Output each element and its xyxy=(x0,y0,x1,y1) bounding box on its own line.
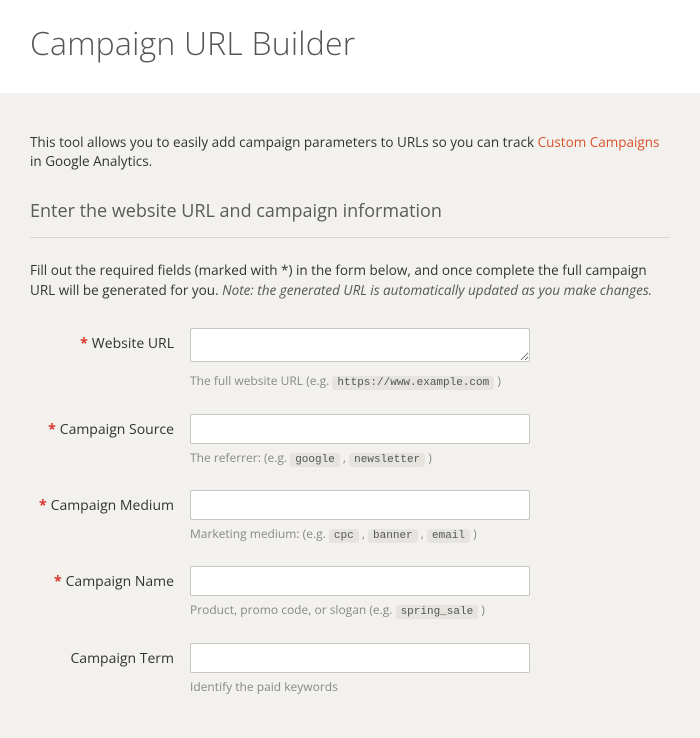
section-divider xyxy=(30,237,670,238)
hint-code: https://www.example.com xyxy=(332,376,494,390)
campaign-name-input[interactable] xyxy=(190,566,530,596)
form-intro-note: Note: the generated URL is automatically… xyxy=(222,281,652,299)
hint-code: banner xyxy=(368,529,418,543)
intro-suffix: in Google Analytics. xyxy=(30,152,152,170)
hint-code: spring_sale xyxy=(396,605,479,619)
website-url-input[interactable] xyxy=(190,328,530,362)
label-text: Campaign Source xyxy=(60,420,174,439)
field-hint: Identify the paid keywords xyxy=(190,679,670,696)
label-text: Campaign Name xyxy=(66,572,174,591)
hint-code: email xyxy=(427,529,470,543)
field-label: *Campaign Medium xyxy=(30,490,190,515)
field-hint: The full website URL (e.g. https://www.e… xyxy=(190,373,670,391)
field-label: *Website URL xyxy=(30,328,190,353)
label-text: Campaign Term xyxy=(70,649,174,668)
intro-text: This tool allows you to easily add campa… xyxy=(30,133,670,171)
field-campaign-source: *Campaign Source The referrer: (e.g. goo… xyxy=(30,414,670,468)
field-campaign-name: *Campaign Name Product, promo code, or s… xyxy=(30,566,670,620)
field-label: *Campaign Source xyxy=(30,414,190,439)
field-website-url: *Website URL The full website URL (e.g. … xyxy=(30,328,670,391)
form-intro: Fill out the required fields (marked wit… xyxy=(30,260,670,301)
field-label: *Campaign Name xyxy=(30,566,190,591)
label-text: Campaign Medium xyxy=(51,496,174,515)
intro-prefix: This tool allows you to easily add campa… xyxy=(30,133,538,151)
field-label: Campaign Term xyxy=(30,643,190,668)
hint-code: cpc xyxy=(329,529,359,543)
custom-campaigns-link[interactable]: Custom Campaigns xyxy=(538,133,660,151)
field-hint: The referrer: (e.g. google , newsletter … xyxy=(190,450,670,468)
hint-code: google xyxy=(290,453,340,467)
campaign-medium-input[interactable] xyxy=(190,490,530,520)
label-text: Website URL xyxy=(92,334,174,353)
campaign-term-input[interactable] xyxy=(190,643,530,673)
page-title: Campaign URL Builder xyxy=(30,22,670,65)
required-mark: * xyxy=(39,496,47,515)
field-campaign-medium: *Campaign Medium Marketing medium: (e.g.… xyxy=(30,490,670,544)
field-hint: Marketing medium: (e.g. cpc , banner , e… xyxy=(190,526,670,544)
section-title: Enter the website URL and campaign infor… xyxy=(30,199,670,223)
field-campaign-term: Campaign Term Identify the paid keywords xyxy=(30,643,670,696)
campaign-source-input[interactable] xyxy=(190,414,530,444)
required-mark: * xyxy=(80,334,88,353)
hint-code: newsletter xyxy=(349,453,425,467)
required-mark: * xyxy=(48,420,56,439)
required-mark: * xyxy=(54,572,62,591)
